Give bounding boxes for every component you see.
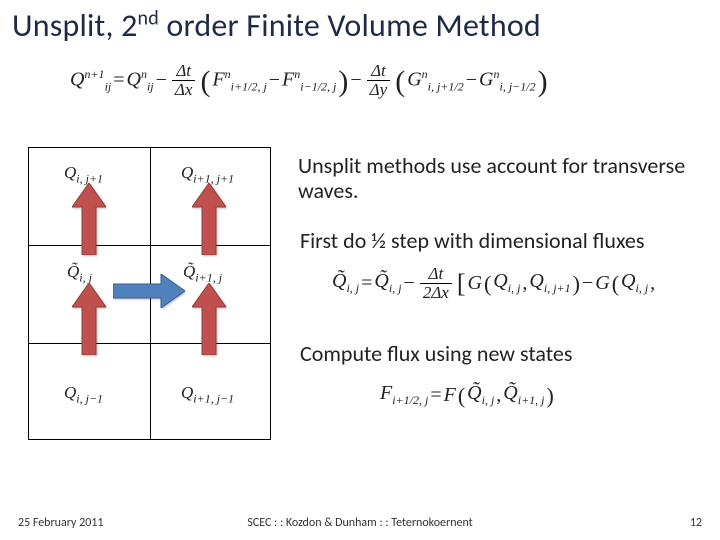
frac-den: Δx bbox=[172, 81, 196, 99]
explain-2: First do ½ step with dimensional fluxes bbox=[300, 228, 710, 253]
eq-G1-sub: i, j+1/2 bbox=[428, 79, 464, 93]
gl: Q̃ bbox=[67, 262, 79, 281]
eq-Q-lhs: Q bbox=[70, 68, 84, 90]
explain-1: Unsplit methods use account for transver… bbox=[298, 153, 688, 204]
eq2-Q1: Q bbox=[493, 270, 507, 292]
eq2-lhs: Q̃ bbox=[332, 270, 346, 292]
eq2-Q2-sub: i, j+1 bbox=[544, 281, 571, 295]
arrow-up-icon bbox=[72, 283, 106, 355]
eq2-Q2: Q bbox=[529, 270, 543, 292]
frac-num: Δt bbox=[173, 62, 194, 80]
equation-3: Fi+1/2, j = F ( Q̃i, j , Q̃i+1, j ) bbox=[380, 382, 554, 408]
eq-minus4: − bbox=[466, 69, 477, 92]
eq-sub2: ij bbox=[147, 79, 154, 93]
frac-den2: Δy bbox=[367, 81, 391, 99]
eq-sign: = bbox=[113, 69, 124, 92]
eq-minus1: − bbox=[156, 69, 167, 92]
eq-G1: G bbox=[407, 68, 421, 90]
title-post: order Finite Volume Method bbox=[159, 6, 541, 45]
eq2-frac-num: Δt bbox=[425, 265, 446, 283]
eq2-Q3-sub: i, j bbox=[635, 281, 648, 295]
eq2-Q1-sub: i, j bbox=[508, 281, 521, 295]
frac-num2: Δt bbox=[368, 62, 389, 80]
eq3-Qt2-sub: i+1, j bbox=[518, 393, 545, 407]
eq3-Qt2: Q̃ bbox=[503, 382, 517, 404]
footer-center: SCEC : : Kozdon & Dunham : : Teternokoer… bbox=[247, 516, 472, 530]
eq-F2-sub: i−1/2, j bbox=[300, 79, 336, 93]
eq-minus2: − bbox=[269, 69, 280, 92]
main-equation: Qn+1ij = Qnij − Δt Δx ( Fni+1/2, j − Fni… bbox=[70, 62, 548, 99]
frac-dt-2dx: Δt 2Δx bbox=[420, 265, 452, 302]
eq3-F-sub: i+1/2, j bbox=[392, 393, 428, 407]
eq3-sign: = bbox=[430, 384, 441, 407]
eq-F2: F bbox=[282, 68, 294, 90]
eq2-G: G bbox=[468, 272, 482, 295]
cell-label-21: Qi+1, j−1 bbox=[181, 383, 234, 406]
eq3-Qt1: Q̃ bbox=[467, 382, 481, 404]
gl: Q bbox=[64, 383, 76, 402]
eq-sup: n+1 bbox=[84, 67, 104, 81]
cell-label-11: Q̃i+1, j bbox=[183, 262, 222, 285]
explain-3: Compute flux using new states bbox=[300, 341, 680, 366]
footer-date: 25 February 2011 bbox=[18, 516, 103, 530]
eq2-minus: − bbox=[404, 272, 415, 295]
eq2-G2: G bbox=[595, 272, 609, 295]
cell-label-20: Qi, j−1 bbox=[64, 383, 103, 406]
eq-sub: ij bbox=[105, 79, 112, 93]
gl: Q bbox=[64, 163, 76, 182]
eq-G2-sub: i, j−1/2 bbox=[500, 79, 536, 93]
frac-dt-dy: Δt Δy bbox=[367, 62, 391, 99]
equation-2: Q̃i, j = Q̃i, j − Δt 2Δx [ G ( Qi, j , Q… bbox=[332, 265, 655, 302]
arrow-up-icon bbox=[72, 183, 106, 255]
cell-label-10: Q̃i, j bbox=[67, 262, 92, 285]
eq2-lhs-sub: i, j bbox=[346, 281, 359, 295]
eq-G2: G bbox=[479, 68, 493, 90]
arrow-up-icon bbox=[192, 283, 226, 355]
gls: i+1, j−1 bbox=[193, 391, 234, 405]
eq2-sign: = bbox=[361, 272, 372, 295]
eq-F1-sub: i+1/2, j bbox=[231, 79, 267, 93]
eq2-rhs: Q̃ bbox=[374, 270, 388, 292]
arrow-up-icon bbox=[192, 183, 226, 255]
eq-F1: F bbox=[212, 68, 224, 90]
gls: i, j−1 bbox=[76, 391, 103, 405]
eq2-rhs-sub: i, j bbox=[389, 281, 402, 295]
eq3-Ff: F bbox=[444, 384, 456, 407]
arrow-right-icon bbox=[113, 274, 185, 308]
frac-dt-dx: Δt Δx bbox=[172, 62, 196, 99]
slide-title: Unsplit, 2nd order Finite Volume Method bbox=[12, 6, 541, 45]
grid-figure: Qi, j+1 Qi+1, j+1 Q̃i, j Q̃i+1, j Qi, j−… bbox=[28, 147, 271, 440]
eq-minus3: − bbox=[350, 69, 361, 92]
eq-Q-rhs: Q bbox=[127, 68, 141, 90]
eq3-F: F bbox=[380, 382, 392, 404]
gl: Q bbox=[181, 383, 193, 402]
title-sup: nd bbox=[138, 6, 159, 30]
footer-page: 12 bbox=[690, 516, 702, 530]
eq2-frac-den: 2Δx bbox=[420, 284, 452, 302]
title-pre: Unsplit, 2 bbox=[12, 6, 138, 45]
eq3-Qt1-sub: i, j bbox=[482, 393, 495, 407]
gl: Q bbox=[181, 163, 193, 182]
eq2-Q3: Q bbox=[621, 270, 635, 292]
